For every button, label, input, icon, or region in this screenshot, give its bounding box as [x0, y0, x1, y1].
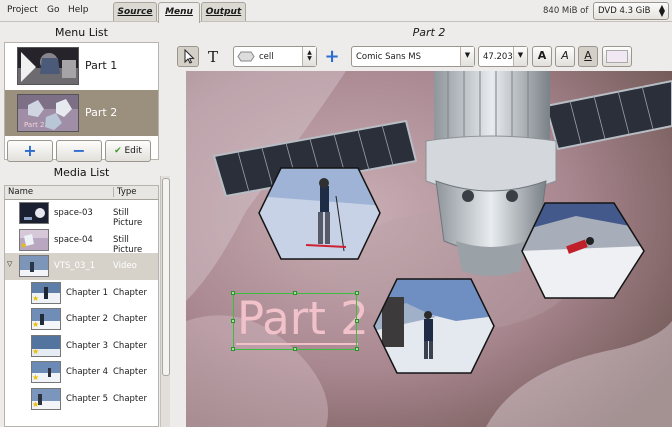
media-list-scrollbar[interactable] — [160, 176, 170, 427]
media-row[interactable]: ★ Chapter 1 Chapter — [5, 280, 158, 307]
media-name: space-04 — [54, 234, 93, 245]
media-name: Chapter 5 — [66, 393, 109, 404]
menu-help[interactable]: Help — [68, 5, 89, 15]
media-list-header: Name Type — [4, 185, 159, 200]
resize-handle[interactable] — [231, 347, 235, 351]
text-color-button[interactable] — [602, 46, 632, 67]
pointer-icon — [184, 48, 195, 64]
tab-source[interactable]: Source — [113, 2, 157, 21]
menu-item-part-2[interactable]: Part 2 Part 2 — [5, 90, 158, 136]
media-row[interactable]: ★ Chapter 3 Chapter — [5, 333, 158, 360]
spin-arrows-icon: ▲ ▼ — [302, 47, 316, 66]
underline-button[interactable]: A — [578, 46, 598, 67]
media-row[interactable]: ★ space-04 Still Picture — [5, 227, 158, 255]
checkmark-icon: ✔ — [114, 146, 122, 156]
media-type: Video — [113, 261, 137, 271]
add-menu-button[interactable]: + — [7, 140, 53, 162]
media-name: Chapter 4 — [66, 367, 109, 377]
font-size-value: 47.203 — [483, 52, 513, 62]
media-row[interactable]: space-03 Still Picture — [5, 200, 158, 228]
selection-box[interactable] — [233, 293, 357, 350]
text-tool-icon: T — [207, 48, 218, 66]
resize-handle[interactable] — [231, 291, 235, 295]
media-type: Chapter — [113, 367, 147, 377]
color-swatch — [606, 50, 628, 63]
expander-icon[interactable]: ▽ — [7, 260, 12, 268]
media-name: Chapter 2 — [66, 314, 109, 324]
star-icon: ★ — [32, 293, 40, 303]
star-icon: ★ — [32, 346, 40, 356]
add-object-button[interactable]: + — [321, 46, 343, 67]
italic-button[interactable]: A — [555, 46, 575, 67]
media-list: space-03 Still Picture ★ space-04 Still … — [4, 200, 159, 427]
media-name: Chapter 1 — [66, 287, 109, 298]
bold-button[interactable]: A — [532, 46, 552, 67]
media-row-video[interactable]: ▽ VTS_03_1 Video — [5, 253, 158, 280]
menu-item-label: Part 2 — [85, 106, 118, 119]
menu-canvas[interactable] — [186, 71, 672, 427]
menu-item-label: Part 1 — [85, 59, 118, 72]
media-name: space-03 — [54, 208, 93, 218]
media-type: Still Picture — [113, 234, 143, 255]
chevron-down-icon: ▼ — [460, 47, 474, 66]
font-size-select[interactable]: 47.203 ▼ — [478, 46, 528, 67]
media-name: Chapter 3 — [66, 340, 109, 351]
media-type: Chapter — [113, 287, 147, 298]
editor-toolbar: T cell ▲ ▼ + Comic Sans MS ▼ 47.203 ▼ A A… — [177, 44, 672, 70]
font-select[interactable]: Comic Sans MS ▼ — [351, 46, 475, 67]
media-name: VTS_03_1 — [54, 261, 96, 271]
media-row[interactable]: ★ Chapter 2 Chapter — [5, 306, 158, 333]
tab-output[interactable]: Output — [201, 2, 246, 21]
menu-project[interactable]: Project — [7, 5, 38, 15]
media-type: Chapter — [113, 393, 147, 404]
media-thumbnail — [19, 202, 49, 224]
star-icon: ★ — [32, 399, 40, 409]
hexagon-icon — [237, 51, 255, 62]
top-bar: Project Go Help Source Menu Output 840 M… — [0, 0, 672, 23]
disc-size-value: DVD 4.3 GiB — [598, 6, 651, 16]
remove-menu-button[interactable]: − — [56, 140, 102, 162]
media-type: Still Picture — [113, 208, 143, 228]
menu-thumbnail: Part 2 — [17, 94, 79, 132]
media-thumbnail — [19, 255, 49, 277]
font-select-value: Comic Sans MS — [356, 52, 422, 62]
text-tool-button[interactable]: T — [202, 46, 224, 67]
left-pane: Menu List Part 1 Part 2 Part 2 + − ✔ Edi… — [4, 24, 159, 427]
resize-handle[interactable] — [231, 319, 235, 323]
resize-handle[interactable] — [293, 347, 297, 351]
star-icon: ★ — [20, 240, 28, 250]
svg-text:Part 2: Part 2 — [24, 121, 45, 129]
spin-arrows-icon: ▲ ▼ — [658, 3, 665, 18]
media-list-title: Media List — [53, 166, 110, 179]
star-icon: ★ — [32, 373, 40, 382]
chevron-down-icon: ▼ — [513, 47, 527, 66]
media-row[interactable]: ★ Chapter 5 Chapter — [5, 386, 158, 413]
media-row[interactable]: ★ Chapter 4 Chapter — [5, 359, 158, 386]
edit-button-label: Edit — [124, 146, 142, 156]
disc-size-select[interactable]: DVD 4.3 GiB ▲ ▼ — [593, 2, 669, 20]
select-tool-button[interactable] — [177, 46, 199, 67]
editor-title: Part 2 — [412, 26, 446, 39]
media-type: Chapter — [113, 340, 147, 351]
shape-select[interactable]: cell ▲ ▼ — [233, 46, 317, 67]
menu-thumbnail — [17, 47, 79, 85]
shape-select-value: cell — [259, 52, 274, 62]
star-icon: ★ — [32, 320, 40, 329]
menu-list-title: Menu List — [55, 26, 108, 39]
edit-menu-button[interactable]: ✔ Edit — [105, 140, 151, 162]
column-header-name[interactable]: Name — [8, 187, 33, 197]
media-type: Chapter — [113, 314, 147, 324]
resize-handle[interactable] — [355, 291, 359, 295]
scrollbar-thumb[interactable] — [162, 178, 170, 376]
resize-handle[interactable] — [355, 319, 359, 323]
menu-item-part-1[interactable]: Part 1 — [5, 43, 158, 89]
disc-usage-text: 840 MiB of — [543, 6, 589, 16]
resize-handle[interactable] — [293, 291, 297, 295]
background-space-image — [186, 71, 672, 427]
tab-menu[interactable]: Menu — [158, 2, 200, 23]
plus-icon: + — [324, 46, 340, 67]
resize-handle[interactable] — [355, 347, 359, 351]
menu-go[interactable]: Go — [47, 5, 59, 15]
column-header-type[interactable]: Type — [113, 187, 137, 197]
